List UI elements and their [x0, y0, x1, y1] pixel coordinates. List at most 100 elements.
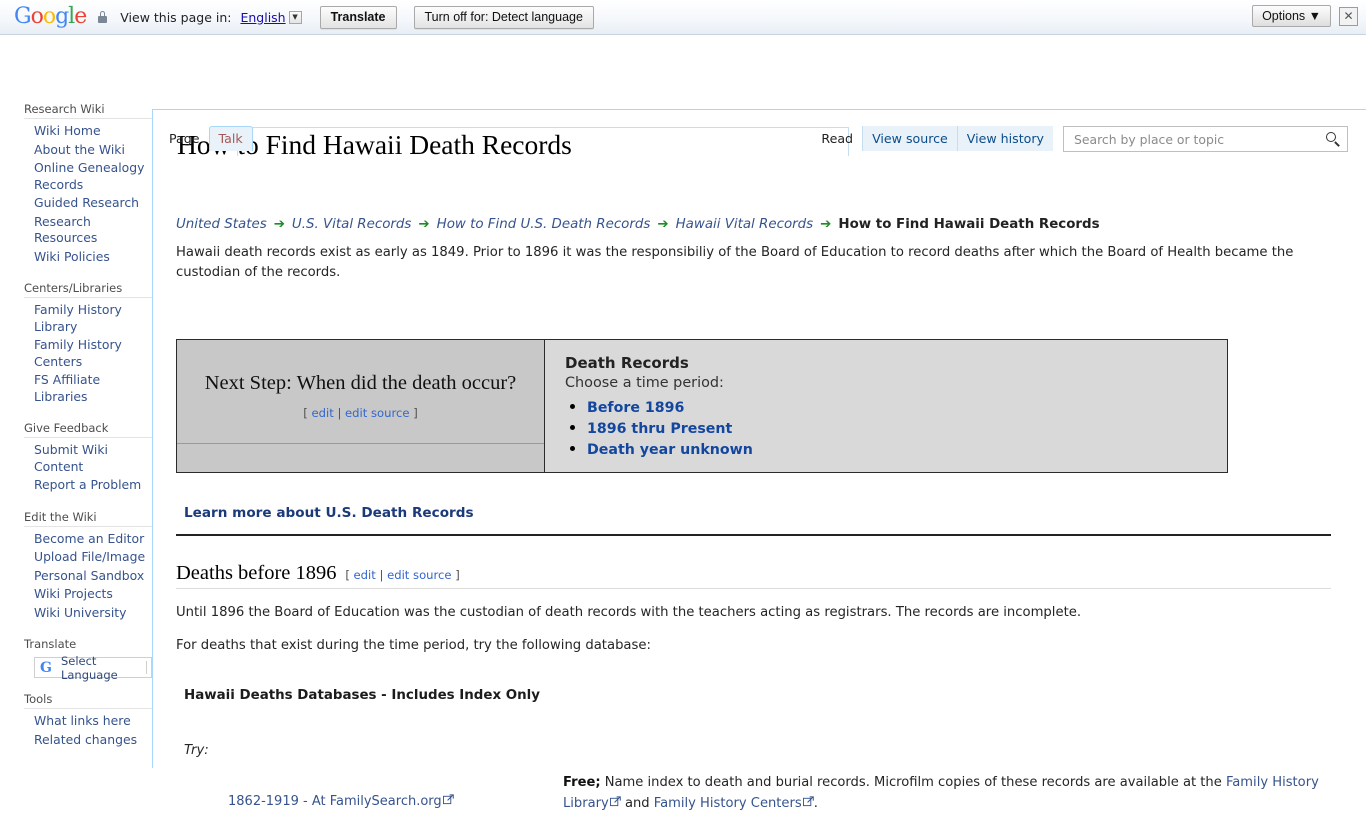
search-box[interactable]	[1063, 126, 1348, 152]
database-description-cell: Free; Name index to death and burial rec…	[563, 772, 1341, 814]
database-link-cell: 1862-1919 - At FamilySearch.org	[228, 772, 563, 814]
sidebar-heading-research-wiki: Research Wiki	[24, 102, 105, 116]
lock-icon	[98, 11, 108, 23]
sidebar-item-related-changes[interactable]: Related changes	[24, 731, 152, 750]
page-actions: Read View source View history	[812, 126, 1348, 152]
bracket-close: ]	[455, 568, 460, 582]
breadcrumb-arrow-icon: ➔	[418, 217, 430, 232]
database-link-familysearch[interactable]: 1862-1919 - At FamilySearch.org	[228, 794, 454, 809]
external-link-icon	[609, 796, 621, 807]
sidebar-item-research-resources[interactable]: Research Resources	[24, 213, 152, 248]
link-death-year-unknown[interactable]: Death year unknown	[587, 442, 753, 458]
edit-source-link[interactable]: edit source	[387, 568, 451, 582]
divider	[176, 534, 1331, 536]
pipe-separator: |	[337, 405, 342, 420]
sidebar-item-wiki-policies[interactable]: Wiki Policies	[24, 248, 152, 267]
sidebar-item-wiki-university[interactable]: Wiki University	[24, 604, 152, 623]
section-heading-wrap: Deaths before 1896 [ edit | edit source …	[176, 562, 1331, 589]
tab-read[interactable]: Read	[812, 126, 862, 151]
external-link-icon	[802, 796, 814, 807]
sidebar-item-guided-research[interactable]: Guided Research	[24, 194, 152, 213]
tab-view-history[interactable]: View history	[956, 126, 1053, 151]
select-language-divider	[146, 661, 147, 674]
database-row: 1862-1919 - At FamilySearch.org Free; Na…	[228, 772, 1341, 814]
sidebar-item-family-history-centers[interactable]: Family History Centers	[24, 336, 152, 371]
list-item: Death year unknown	[587, 439, 1211, 458]
fhc-link-text: Family History Centers	[653, 796, 802, 811]
link-before-1896[interactable]: Before 1896	[587, 400, 684, 416]
next-step-title-text: Next Step: When did the death occur?	[204, 371, 517, 394]
sidebar-section-give-feedback: Submit Wiki Content Report a Problem	[24, 437, 152, 496]
bracket-open: [	[303, 405, 308, 420]
select-language-widget[interactable]: G Select Language	[34, 654, 152, 682]
edit-link[interactable]: edit	[312, 406, 334, 420]
sidebar-item-wiki-projects[interactable]: Wiki Projects	[24, 585, 152, 604]
learn-more-link[interactable]: Learn more about U.S. Death Records	[184, 505, 474, 521]
search-input[interactable]	[1072, 130, 1326, 148]
sidebar-section-tools: What links here Related changes	[24, 708, 152, 750]
next-step-edit-links: [ edit | edit source ]	[303, 406, 417, 420]
close-icon[interactable]: ✕	[1339, 6, 1358, 26]
tab-page[interactable]: Page	[160, 127, 209, 151]
sidebar-item-about-the-wiki[interactable]: About the Wiki	[24, 141, 152, 160]
sidebar-item-personal-sandbox[interactable]: Personal Sandbox	[24, 567, 152, 586]
database-subheading: Hawaii Deaths Databases - Includes Index…	[184, 688, 540, 703]
google-g-icon: G	[40, 659, 52, 676]
list-item: Before 1896	[587, 397, 1211, 416]
learn-more-section: Learn more about U.S. Death Records	[176, 502, 1331, 536]
period: .	[813, 796, 818, 811]
edit-source-link[interactable]: edit source	[345, 406, 409, 420]
breadcrumb-item-how-to-find-us-death-records[interactable]: How to Find U.S. Death Records	[437, 217, 651, 232]
breadcrumb-arrow-icon: ➔	[273, 217, 285, 232]
intro-paragraph: Hawaii death records exist as early as 1…	[176, 245, 1294, 280]
divider	[176, 588, 1331, 589]
death-records-list: Before 1896 1896 thru Present Death year…	[565, 397, 1211, 458]
breadcrumb: United States ➔ U.S. Vital Records ➔ How to …	[176, 217, 1100, 232]
section-heading: Deaths before 1896	[176, 562, 337, 584]
death-records-heading: Death Records	[565, 354, 689, 372]
pipe-separator: |	[379, 568, 384, 582]
page-tabs: Page Talk	[160, 126, 253, 151]
sidebar: Research Wiki Wiki Home About the Wiki O…	[0, 36, 152, 750]
tab-talk[interactable]: Talk	[208, 126, 253, 151]
sidebar-item-upload-file-image[interactable]: Upload File/Image	[24, 548, 152, 567]
death-records-cell: Death Records Choose a time period: Befo…	[545, 340, 1227, 472]
sidebar-item-submit-wiki-content[interactable]: Submit Wiki Content	[24, 441, 152, 476]
next-step-cell: Next Step: When did the death occur? [ e…	[177, 340, 545, 472]
breadcrumb-current: How to Find Hawaii Death Records	[838, 217, 1100, 232]
main-body: Hawaii death records exist as early as 1…	[176, 243, 1341, 814]
search-icon[interactable]	[1326, 131, 1341, 147]
language-label[interactable]: English	[240, 10, 285, 25]
sidebar-heading-centers-libraries: Centers/Libraries	[24, 281, 123, 295]
sidebar-heading-tools: Tools	[24, 692, 53, 706]
bracket-open: [	[345, 568, 350, 582]
options-button[interactable]: Options ▼	[1252, 5, 1331, 27]
turn-off-translate-button[interactable]: Turn off for: Detect language	[413, 5, 594, 29]
family-history-centers-link[interactable]: Family History Centers	[654, 796, 814, 811]
link-1896-thru-present[interactable]: 1896 thru Present	[587, 421, 732, 437]
next-step-table: Next Step: When did the death occur? [ e…	[176, 339, 1228, 473]
sidebar-item-online-genealogy-records[interactable]: Online Genealogy Records	[24, 159, 152, 194]
tab-frame	[237, 127, 849, 156]
list-item: 1896 thru Present	[587, 418, 1211, 437]
database-description: Name index to death and burial records. …	[600, 775, 1226, 790]
sidebar-item-report-a-problem[interactable]: Report a Problem	[24, 476, 152, 495]
tab-view-source[interactable]: View source	[862, 126, 957, 151]
sidebar-section-centers-libraries: Family History Library Family History Ce…	[24, 297, 152, 407]
next-step-title: Next Step: When did the death occur? [ e…	[189, 369, 532, 427]
breadcrumb-item-united-states[interactable]: United States	[176, 217, 267, 232]
sidebar-item-what-links-here[interactable]: What links here	[24, 712, 152, 731]
chevron-down-icon[interactable]: ▼	[288, 10, 302, 24]
sidebar-item-fs-affiliate-libraries[interactable]: FS Affiliate Libraries	[24, 371, 152, 406]
translate-button[interactable]: Translate	[319, 5, 397, 29]
language-selector[interactable]: English ▼	[240, 10, 302, 25]
sidebar-item-become-an-editor[interactable]: Become an Editor	[24, 530, 152, 549]
free-label: Free;	[563, 775, 601, 790]
sidebar-item-family-history-library[interactable]: Family History Library	[24, 301, 152, 336]
breadcrumb-item-hawaii-vital-records[interactable]: Hawaii Vital Records	[676, 217, 814, 232]
sidebar-section-research-wiki: Wiki Home About the Wiki Online Genealog…	[24, 118, 152, 267]
breadcrumb-item-us-vital-records[interactable]: U.S. Vital Records	[292, 217, 411, 232]
sidebar-item-wiki-home[interactable]: Wiki Home	[24, 122, 152, 141]
edit-link[interactable]: edit	[354, 568, 376, 582]
wiki-page: Research Wiki Wiki Home About the Wiki O…	[0, 36, 1366, 811]
